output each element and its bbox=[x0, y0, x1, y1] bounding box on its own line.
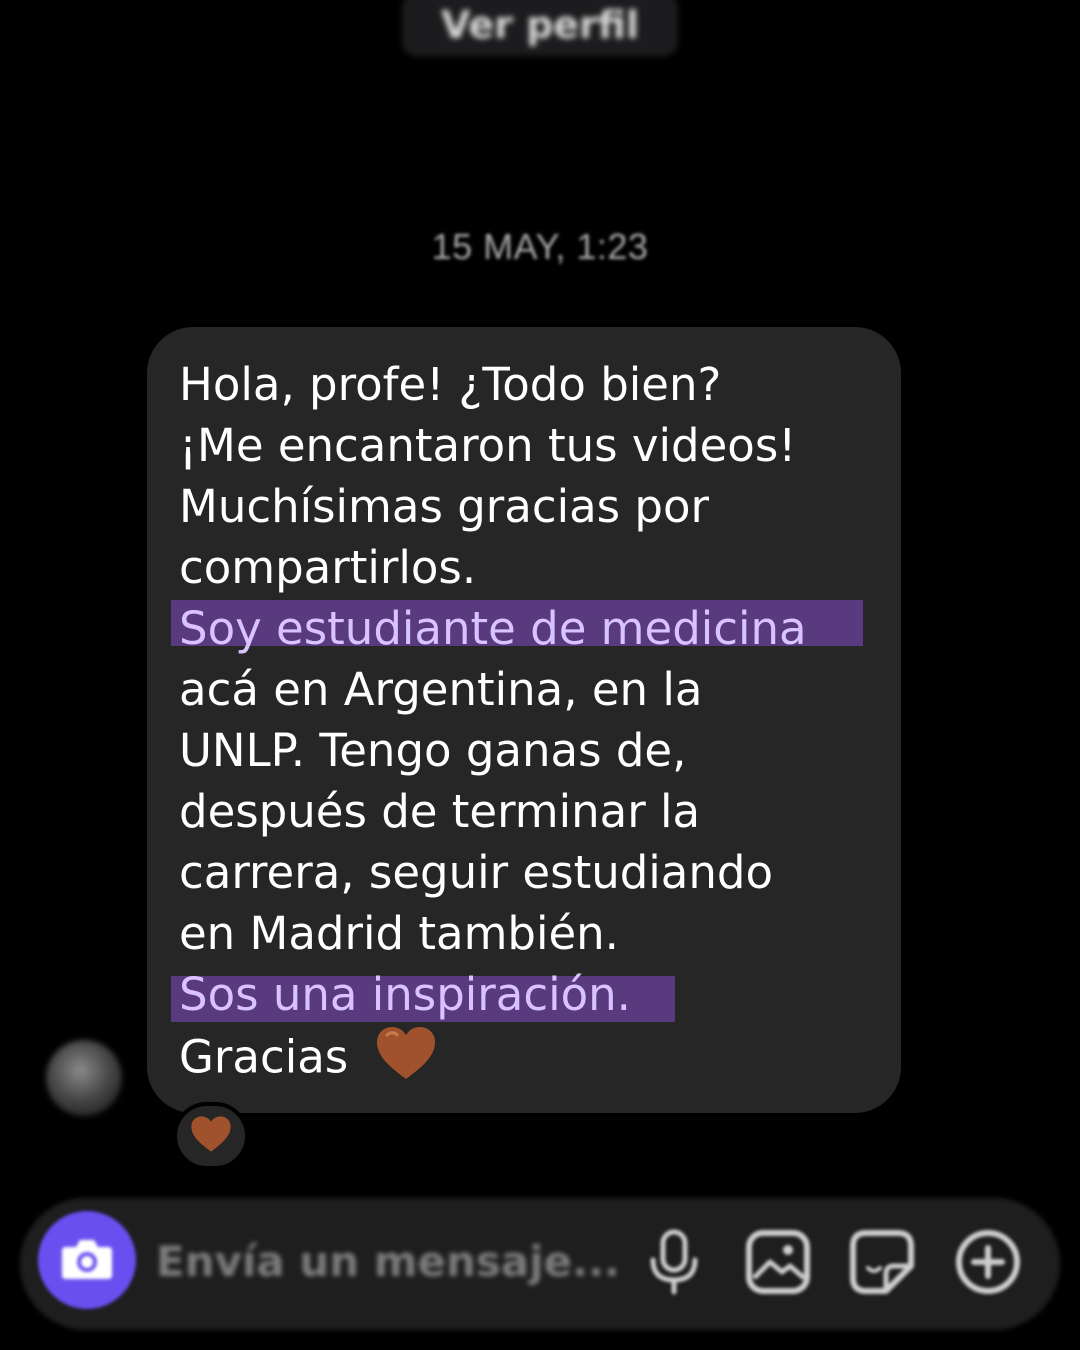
message-line-last: Gracias bbox=[179, 1025, 437, 1086]
gallery-icon[interactable] bbox=[744, 1228, 812, 1296]
message-input[interactable]: Envía un mensaje... bbox=[156, 1232, 626, 1292]
view-profile-button[interactable]: Ver perfil bbox=[402, 0, 678, 56]
message-line: compartirlos. bbox=[179, 541, 477, 594]
direct-message-screen: Ver perfil 15 MAY, 1:23 Hola, profe! ¿To… bbox=[0, 0, 1080, 1350]
message-line: acá en Argentina, en la bbox=[179, 663, 703, 716]
message-timestamp: 15 MAY, 1:23 bbox=[431, 226, 649, 267]
sticker-icon[interactable] bbox=[848, 1228, 916, 1296]
camera-icon bbox=[60, 1235, 114, 1285]
microphone-icon[interactable] bbox=[640, 1228, 708, 1296]
add-icon[interactable] bbox=[954, 1228, 1022, 1296]
brown-heart-icon bbox=[190, 1115, 232, 1157]
message-line: en Madrid también. bbox=[179, 907, 619, 960]
brown-heart-icon bbox=[375, 1025, 437, 1096]
sender-avatar[interactable] bbox=[46, 1040, 122, 1116]
camera-button[interactable] bbox=[38, 1211, 136, 1309]
message-line-highlighted: Soy estudiante de medicina bbox=[179, 602, 807, 655]
message-line: carrera, seguir estudiando bbox=[179, 846, 773, 899]
message-line-highlighted: Sos una inspiración. bbox=[179, 968, 631, 1021]
message-line: UNLP. Tengo ganas de, bbox=[179, 724, 687, 777]
message-line: después de terminar la bbox=[179, 785, 701, 838]
message-line: Gracias bbox=[179, 1030, 349, 1084]
message-reaction[interactable] bbox=[173, 1102, 249, 1170]
message-line: Muchísimas gracias por bbox=[179, 480, 710, 533]
message-line: Hola, profe! ¿Todo bien? bbox=[179, 358, 722, 411]
message-line: ¡Me encantaron tus videos! bbox=[179, 419, 797, 472]
